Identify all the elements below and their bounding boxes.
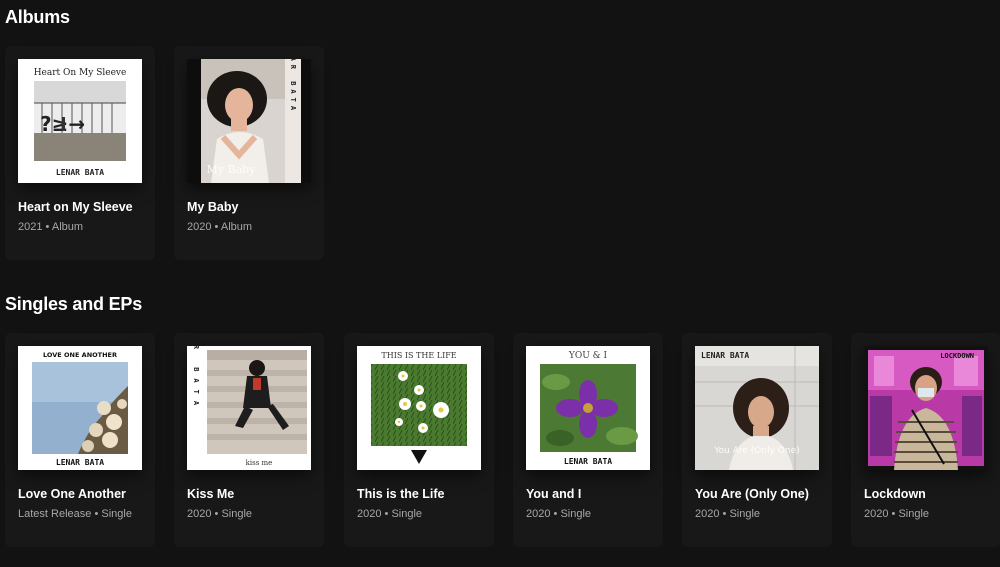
- album-type: Album: [220, 221, 253, 233]
- single-cover-art: LENAR BATA kiss me: [187, 346, 311, 470]
- single-cover[interactable]: LOCKDOWN: [864, 346, 988, 470]
- cover-text-top: LOVE ONE ANOTHER: [43, 351, 117, 359]
- single-cover[interactable]: LENAR BATA You Are (Only One): [695, 346, 819, 470]
- single-type: Single: [391, 508, 423, 520]
- single-meta: Latest Release • Single: [18, 508, 132, 520]
- album-cover-art: LENAR BATA My Baby: [187, 59, 311, 183]
- album-meta: 2021 • Album: [18, 221, 83, 233]
- single-title[interactable]: You and I: [526, 487, 581, 501]
- cover-text-top: YOU & I: [568, 351, 608, 361]
- separator-dot: •: [553, 508, 558, 520]
- cover-text-bottom: LENAR BATA: [564, 457, 612, 466]
- cover-text-bottom: LENAR BATA: [56, 458, 104, 467]
- single-card-this-is-the-life[interactable]: THIS IS THE LIFE This is the Life 2020 •…: [344, 333, 494, 547]
- cover-text-top: Heart On My Sleeve: [34, 68, 127, 78]
- single-year: Latest Release: [18, 508, 92, 520]
- single-cover-art: YOU & I LENAR BATA: [526, 346, 650, 470]
- cover-text-side: LENAR BATA: [192, 346, 200, 412]
- single-meta: 2020 • Single: [357, 508, 422, 520]
- album-card-my-baby[interactable]: LENAR BATA My Baby My Baby 2020 • Album: [174, 46, 324, 260]
- separator-dot: •: [891, 508, 896, 520]
- single-year: 2020: [187, 508, 212, 520]
- single-card-love-one-another[interactable]: LOVE ONE ANOTHER LENAR BATA Love One Ano…: [5, 333, 155, 547]
- album-meta: 2020 • Album: [187, 221, 252, 233]
- album-type: Album: [51, 221, 84, 233]
- cover-text-bottom: kiss me: [246, 459, 273, 467]
- separator-dot: •: [45, 221, 50, 233]
- single-type: Single: [898, 508, 930, 520]
- single-year: 2020: [526, 508, 551, 520]
- cover-text-top: LENAR BATA: [701, 351, 749, 360]
- single-type: Single: [101, 508, 132, 520]
- single-title[interactable]: Love One Another: [18, 487, 126, 501]
- cover-text-top: LOCKDOWN: [940, 352, 974, 360]
- album-year: 2021: [18, 221, 43, 233]
- section-title-albums: Albums: [5, 7, 70, 27]
- single-card-kiss-me[interactable]: LENAR BATA kiss me Kiss Me 2020 • Single: [174, 333, 324, 547]
- cover-text-top: THIS IS THE LIFE: [381, 351, 456, 360]
- separator-dot: •: [384, 508, 389, 520]
- single-card-lockdown[interactable]: LOCKDOWN Lockdown 2020 • Single: [851, 333, 1000, 547]
- album-year: 2020: [187, 221, 212, 233]
- single-type: Single: [729, 508, 761, 520]
- single-cover[interactable]: YOU & I LENAR BATA: [526, 346, 650, 470]
- cover-text-side: LENAR BATA: [289, 59, 297, 114]
- section-title-singles: Singles and EPs: [5, 294, 143, 314]
- single-meta: 2020 • Single: [864, 508, 929, 520]
- separator-dot: •: [214, 508, 219, 520]
- separator-dot: •: [722, 508, 727, 520]
- single-cover[interactable]: LENAR BATA kiss me: [187, 346, 311, 470]
- album-cover-art: Heart On My Sleeve ?≥→ LENAR BATA: [18, 59, 142, 183]
- single-year: 2020: [864, 508, 889, 520]
- album-cover[interactable]: LENAR BATA My Baby: [187, 59, 311, 183]
- single-meta: 2020 • Single: [187, 508, 252, 520]
- single-title[interactable]: You Are (Only One): [695, 487, 809, 501]
- single-title[interactable]: Kiss Me: [187, 487, 234, 501]
- single-title[interactable]: Lockdown: [864, 487, 926, 501]
- album-cover[interactable]: Heart On My Sleeve ?≥→ LENAR BATA: [18, 59, 142, 183]
- cover-text-bottom: LENAR BATA: [56, 168, 104, 177]
- single-cover[interactable]: THIS IS THE LIFE: [357, 346, 481, 470]
- single-year: 2020: [357, 508, 382, 520]
- single-cover-art: LENAR BATA You Are (Only One): [695, 346, 819, 470]
- single-card-you-are-only-one[interactable]: LENAR BATA You Are (Only One) You Are (O…: [682, 333, 832, 547]
- single-meta: 2020 • Single: [695, 508, 760, 520]
- single-type: Single: [560, 508, 592, 520]
- single-cover[interactable]: LOVE ONE ANOTHER LENAR BATA: [18, 346, 142, 470]
- single-cover-art: LOCKDOWN: [864, 346, 988, 470]
- separator-dot: •: [214, 221, 219, 233]
- cover-text-bottom: My Baby: [207, 163, 257, 176]
- single-cover-art: LOVE ONE ANOTHER LENAR BATA: [18, 346, 142, 470]
- single-card-you-and-i[interactable]: YOU & I LENAR BATA You and I 2020 • Sing…: [513, 333, 663, 547]
- separator-dot: •: [94, 508, 99, 520]
- album-title[interactable]: My Baby: [187, 200, 238, 214]
- cover-text-bottom: You Are (Only One): [713, 446, 799, 456]
- single-title[interactable]: This is the Life: [357, 487, 445, 501]
- single-year: 2020: [695, 508, 720, 520]
- album-title[interactable]: Heart on My Sleeve: [18, 200, 133, 214]
- single-cover-art: THIS IS THE LIFE: [357, 346, 481, 470]
- single-meta: 2020 • Single: [526, 508, 591, 520]
- album-card-heart-on-my-sleeve[interactable]: Heart On My Sleeve ?≥→ LENAR BATA Heart …: [5, 46, 155, 260]
- single-type: Single: [221, 508, 253, 520]
